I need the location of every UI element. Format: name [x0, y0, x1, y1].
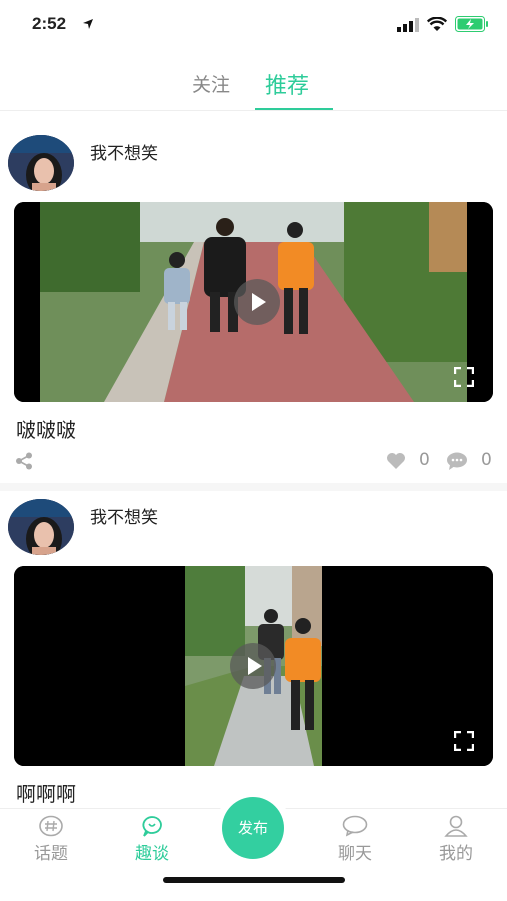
nav-mine[interactable]: 我的	[426, 815, 486, 864]
nav-chat[interactable]: 聊天	[325, 815, 385, 864]
fullscreen-icon[interactable]	[454, 367, 474, 387]
username[interactable]: 我不想笑	[90, 503, 158, 528]
nav-label: 聊天	[338, 844, 372, 864]
nav-fun-talk[interactable]: 趣谈	[122, 815, 182, 864]
post-caption: 啵啵啵	[16, 418, 76, 442]
divider	[0, 110, 507, 111]
avatar[interactable]	[8, 135, 74, 191]
publish-button[interactable]: 发布	[222, 797, 284, 859]
bottom-nav: 话题 趣谈 发布 聊天 我的	[0, 797, 507, 901]
play-button[interactable]	[230, 643, 276, 689]
share-icon[interactable]	[15, 452, 33, 470]
tab-recommend[interactable]: 推荐	[265, 68, 309, 100]
top-tabs: 关注 推荐	[0, 62, 507, 111]
post-separator	[0, 483, 507, 491]
comment-count: 0	[481, 450, 492, 470]
nav-label: 趣谈	[135, 844, 169, 864]
hash-icon	[39, 815, 63, 837]
chat-bubble-icon	[142, 816, 162, 837]
nav-label: 话题	[34, 844, 68, 864]
avatar[interactable]	[8, 499, 74, 555]
nav-topics[interactable]: 话题	[21, 815, 81, 864]
like-count: 0	[419, 450, 430, 470]
message-icon	[342, 815, 368, 837]
battery-icon	[455, 16, 488, 32]
location-arrow-icon	[83, 19, 93, 29]
post-caption: 啊啊啊	[16, 782, 76, 806]
user-icon	[444, 815, 468, 837]
heart-icon[interactable]	[386, 452, 406, 470]
status-bar: 2:52	[0, 0, 507, 50]
username[interactable]: 我不想笑	[90, 139, 158, 164]
fullscreen-icon[interactable]	[454, 731, 474, 751]
publish-label: 发布	[237, 819, 268, 837]
video-player[interactable]	[14, 202, 493, 402]
home-indicator	[163, 877, 345, 883]
play-button[interactable]	[234, 279, 280, 325]
signal-icon	[397, 18, 419, 32]
tab-follow[interactable]: 关注	[192, 70, 230, 97]
post-actions: 0 0	[0, 447, 507, 477]
video-player[interactable]	[14, 566, 493, 766]
status-time: 2:52	[32, 14, 67, 33]
wifi-icon	[427, 17, 447, 31]
nav-label: 我的	[439, 844, 473, 864]
comment-icon[interactable]	[446, 452, 468, 470]
